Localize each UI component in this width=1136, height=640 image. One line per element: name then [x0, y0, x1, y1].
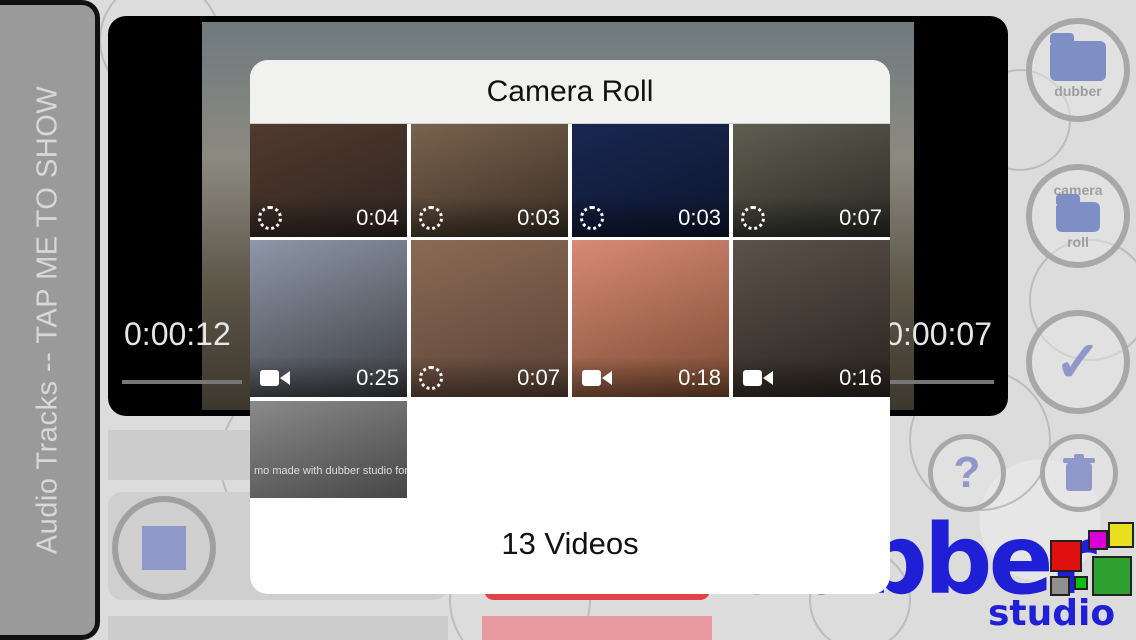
video-thumbnail[interactable]: 0:03: [411, 124, 568, 237]
video-thumbnail[interactable]: 0:25: [250, 240, 407, 397]
video-grid[interactable]: 0:04 0:03 0:03 0:07 0:25 0:07 0:18 0:16 mo made …: [250, 124, 890, 498]
remaining-time: 0:00:07: [885, 316, 992, 352]
logo-square-gray: [1050, 576, 1070, 596]
video-thumbnail[interactable]: 0:07: [733, 124, 890, 237]
video-duration: 0:25: [356, 365, 399, 390]
audio-tracks-label: Audio Tracks -- TAP ME TO SHOW: [31, 85, 63, 555]
camera-roll-caption-bottom: roll: [1067, 234, 1089, 250]
loading-spinner-icon: [419, 366, 443, 390]
dubber-folder-caption: dubber: [1054, 83, 1102, 99]
video-duration: 0:16: [839, 365, 882, 390]
checkmark-icon: ✓: [1054, 330, 1102, 393]
popover-header: Camera Roll: [250, 60, 890, 124]
progress-track-right[interactable]: [888, 380, 994, 384]
video-camera-icon: [260, 369, 290, 387]
video-count: 13 Videos: [501, 526, 639, 561]
loading-spinner-icon: [419, 206, 443, 230]
logo-subword: studio: [988, 593, 1116, 634]
trash-button[interactable]: [1040, 434, 1118, 512]
record-bar-secondary[interactable]: [482, 616, 712, 640]
help-icon: ?: [953, 448, 981, 497]
progress-track-left[interactable]: [122, 380, 242, 384]
dubber-folder-button[interactable]: dubber: [1026, 18, 1130, 122]
video-duration: 0:03: [517, 205, 560, 230]
audio-tracks-panel[interactable]: Audio Tracks -- TAP ME TO SHOW: [0, 0, 100, 640]
camera-roll-button[interactable]: camera roll: [1026, 164, 1130, 268]
trash-icon: [1063, 454, 1095, 491]
logo-square-magenta: [1088, 530, 1108, 550]
video-camera-icon: [743, 369, 773, 387]
video-duration: 0:04: [356, 205, 399, 230]
video-thumbnail[interactable]: 0:04: [250, 124, 407, 237]
help-button[interactable]: ?: [928, 434, 1006, 512]
video-thumbnail[interactable]: 0:18: [572, 240, 729, 397]
loading-spinner-icon: [580, 206, 604, 230]
folder-icon: [1050, 33, 1106, 81]
logo-square-green: [1092, 556, 1132, 596]
popover-footer: 13 Videos: [250, 512, 890, 576]
logo-square-red: [1050, 540, 1082, 572]
video-thumbnail[interactable]: 0:16: [733, 240, 890, 397]
elapsed-time: 0:00:12: [124, 316, 231, 352]
stop-button[interactable]: [112, 496, 216, 600]
video-camera-icon: [582, 369, 612, 387]
logo-square-green-small: [1074, 576, 1088, 590]
camera-folder-icon: [1056, 194, 1100, 232]
video-thumbnail[interactable]: 0:07: [411, 240, 568, 397]
video-duration: 0:18: [678, 365, 721, 390]
video-duration: 0:07: [839, 205, 882, 230]
thumbnail-overlay-text: mo made with dubber studio for: [254, 465, 407, 477]
loading-spinner-icon: [741, 206, 765, 230]
control-strip-bottom: [108, 616, 448, 640]
video-thumbnail[interactable]: mo made with dubber studio for4:03: [250, 401, 407, 498]
logo-square-yellow: [1108, 522, 1134, 548]
stop-icon: [142, 526, 186, 570]
popover-title: Camera Roll: [486, 74, 654, 108]
video-thumbnail[interactable]: 0:03: [572, 124, 729, 237]
confirm-button[interactable]: ✓: [1026, 310, 1130, 414]
video-duration: 0:07: [517, 365, 560, 390]
video-duration: 0:03: [678, 205, 721, 230]
loading-spinner-icon: [258, 206, 282, 230]
camera-roll-popover: Camera Roll 0:04 0:03 0:03 0:07 0:25 0:07 0:18…: [250, 60, 890, 594]
